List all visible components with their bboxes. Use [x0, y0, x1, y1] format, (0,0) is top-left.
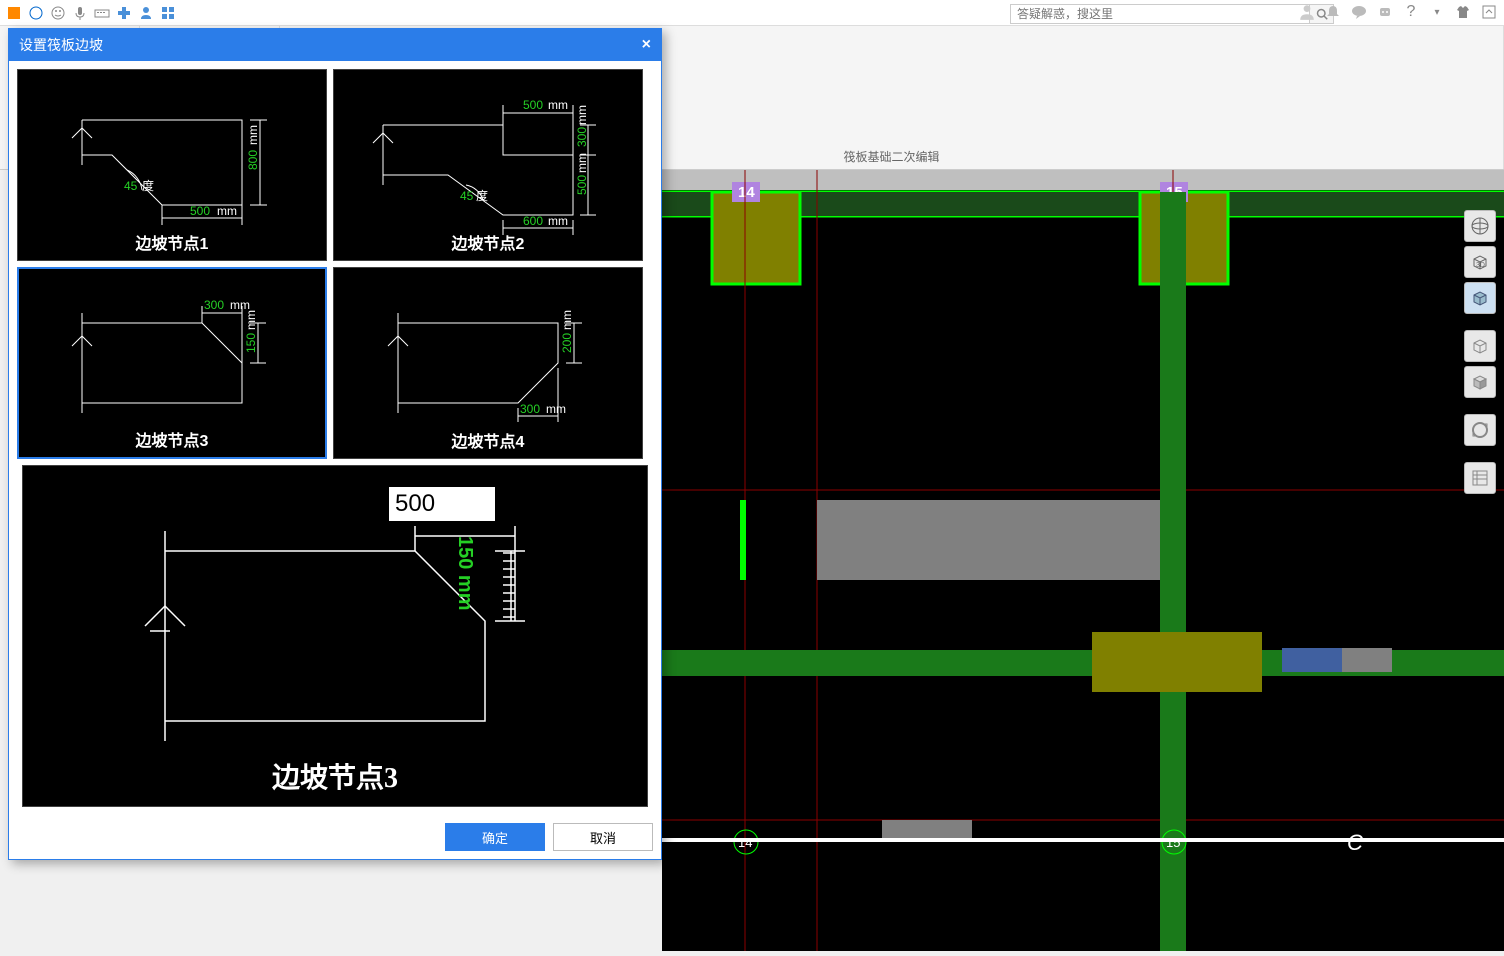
svg-text:mm: mm: [548, 214, 568, 228]
slope-option-3[interactable]: 300 mm 150 mm 边坡节点3: [17, 267, 327, 459]
keyboard-icon[interactable]: [94, 5, 110, 21]
svg-text:300: 300: [520, 402, 540, 416]
top-right-icons: ? ▾: [1298, 3, 1498, 21]
mic-icon[interactable]: [72, 5, 88, 21]
dialog-title: 设置筏板边坡: [19, 35, 103, 55]
person-icon[interactable]: [138, 5, 154, 21]
svg-text:C: C: [1347, 830, 1363, 855]
svg-text:15: 15: [1166, 835, 1180, 850]
help-icon[interactable]: ?: [1402, 3, 1420, 21]
tool-icon[interactable]: [6, 5, 22, 21]
svg-text:mm: mm: [575, 153, 589, 173]
cancel-button[interactable]: 取消: [553, 823, 653, 851]
tool-icon[interactable]: [116, 5, 132, 21]
slope-option-4[interactable]: 200 mm 300 mm 边坡节点4: [333, 267, 643, 459]
svg-text:mm: mm: [217, 204, 237, 218]
thumb-label: 边坡节点3: [19, 427, 325, 451]
thumb-label: 边坡节点1: [18, 230, 326, 254]
svg-text:mm: mm: [546, 402, 566, 416]
cube-3d-icon[interactable]: 3D: [1464, 246, 1496, 278]
svg-text:14: 14: [738, 184, 755, 201]
svg-text:300: 300: [204, 298, 224, 312]
svg-text:45: 45: [124, 179, 138, 193]
svg-text:14: 14: [738, 835, 752, 850]
slope-dialog: 设置筏板边坡 × 500mm 800 mm 45度: [8, 28, 662, 860]
close-icon[interactable]: ×: [642, 36, 651, 54]
dropdown-icon[interactable]: ▾: [1428, 3, 1446, 21]
search-wrap: [1010, 4, 1334, 24]
dialog-titlebar[interactable]: 设置筏板边坡 ×: [9, 29, 661, 61]
grid-icon[interactable]: [160, 5, 176, 21]
svg-text:mm: mm: [246, 125, 260, 145]
svg-text:500: 500: [575, 175, 589, 195]
svg-text:3D: 3D: [1476, 262, 1485, 269]
slope-width-input[interactable]: [388, 486, 496, 522]
svg-text:mm: mm: [230, 298, 250, 312]
slope-preview: 150 mm 边坡节点3: [22, 465, 648, 807]
svg-text:mm: mm: [548, 98, 568, 112]
shirt-icon[interactable]: [1454, 3, 1472, 21]
ok-button[interactable]: 确定: [445, 823, 545, 851]
search-input[interactable]: [1010, 4, 1310, 24]
tool-icon[interactable]: [28, 5, 44, 21]
preview-label: 边坡节点3: [23, 756, 647, 796]
globe-icon[interactable]: [1464, 210, 1496, 242]
svg-text:500: 500: [523, 98, 543, 112]
svg-text:度: 度: [142, 178, 154, 193]
user-icon[interactable]: [1298, 3, 1316, 21]
svg-text:500: 500: [190, 204, 210, 218]
smiley-icon[interactable]: [50, 5, 66, 21]
robot-icon[interactable]: [1376, 3, 1394, 21]
slope-option-2[interactable]: 500 mm 300 mm 500 mm 600 mm 45度 边坡节点2: [333, 69, 643, 261]
svg-text:200: 200: [560, 333, 574, 353]
svg-text:mm: mm: [575, 105, 589, 125]
svg-text:800: 800: [246, 150, 260, 170]
svg-text:度: 度: [476, 188, 488, 203]
svg-text:mm: mm: [560, 310, 574, 330]
slope-option-1[interactable]: 500 mm 800 mm 45 度 边坡节点1: [17, 69, 327, 261]
svg-text:600: 600: [523, 214, 543, 228]
grid-list-icon[interactable]: [1464, 462, 1496, 494]
thumb-label: 边坡节点2: [334, 230, 642, 254]
cube-solid-icon[interactable]: [1464, 366, 1496, 398]
drawing-canvas[interactable]: 14 15 14 15 C: [662, 170, 1504, 951]
view-toolbar: 3D: [1464, 210, 1500, 494]
bell-icon[interactable]: [1324, 3, 1342, 21]
thumb-label: 边坡节点4: [334, 428, 642, 452]
expand-icon[interactable]: [1480, 3, 1498, 21]
orbit-icon[interactable]: [1464, 414, 1496, 446]
cube-front-icon[interactable]: [1464, 282, 1496, 314]
svg-text:mm: mm: [244, 310, 258, 330]
svg-text:150: 150: [244, 333, 258, 353]
slope-height-dim: 150 mm: [453, 536, 476, 611]
cube-wire-icon[interactable]: [1464, 330, 1496, 362]
chat-icon[interactable]: [1350, 3, 1368, 21]
svg-text:45: 45: [460, 189, 474, 203]
svg-text:300: 300: [575, 127, 589, 147]
